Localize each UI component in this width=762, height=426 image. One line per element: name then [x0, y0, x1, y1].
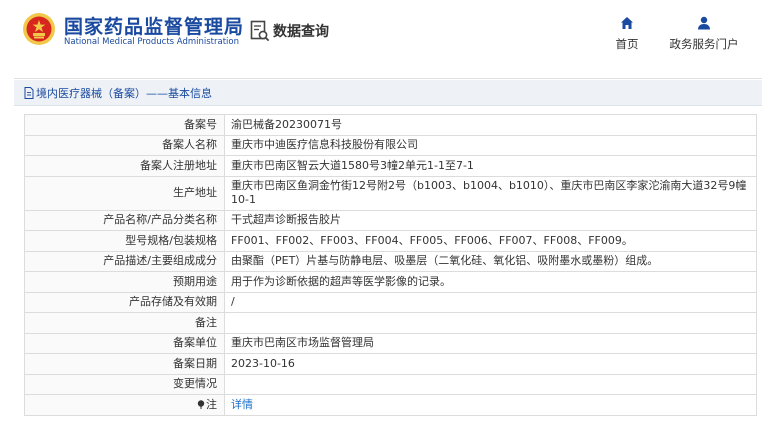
field-value — [224, 312, 757, 334]
data-query-link[interactable]: 数据查询 — [250, 20, 329, 42]
site-title: 国家药品监督管理局 — [64, 16, 245, 38]
table-row: 备案单位 重庆市巴南区市场监督管理局 — [24, 332, 757, 354]
breadcrumb-text: 境内医疗器械（备案）——基本信息 — [36, 86, 212, 100]
table-row: 备案号 渝巴械备20230071号 — [24, 114, 757, 136]
notes-label-cell: 注 — [24, 394, 225, 416]
field-label: 备案单位 — [24, 332, 225, 354]
data-query-label: 数据查询 — [273, 24, 329, 40]
field-label: 型号规格/包装规格 — [24, 230, 225, 252]
table-row: 注 详情 — [24, 394, 757, 416]
field-value: / — [224, 291, 757, 313]
home-icon — [621, 17, 633, 29]
details-link[interactable]: 详情 — [231, 398, 253, 411]
field-value: 干式超声诊断报告胶片 — [224, 209, 757, 231]
breadcrumb: 境内医疗器械（备案）——基本信息 — [14, 80, 762, 106]
document-search-icon — [250, 20, 270, 42]
field-label: 生产地址 — [24, 175, 225, 211]
table-row: 备案日期 2023-10-16 — [24, 353, 757, 375]
field-label: 备案人注册地址 — [24, 155, 225, 177]
pin-icon — [197, 400, 205, 409]
nav-service-portal-label: 政务服务门户 — [669, 37, 739, 51]
field-label: 产品存储及有效期 — [24, 291, 225, 313]
field-value: FF001、FF002、FF003、FF004、FF005、FF006、FF00… — [224, 230, 757, 252]
site-subtitle: National Medical Products Administration — [64, 37, 239, 47]
header-divider — [14, 78, 762, 79]
nav-home-label: 首页 — [615, 37, 639, 51]
table-row: 型号规格/包装规格 FF001、FF002、FF003、FF004、FF005、… — [24, 230, 757, 252]
table-row: 产品描述/主要组成成分 由聚酯（PET）片基与防静电层、吸墨层（二氧化硅、氧化铝… — [24, 250, 757, 272]
notes-value: 详情 — [224, 394, 757, 416]
national-emblem-icon — [23, 13, 55, 45]
field-label: 备案日期 — [24, 353, 225, 375]
detail-table: 备案号 渝巴械备20230071号 备案人名称 重庆市中迪医疗信息科技股份有限公… — [24, 114, 757, 416]
field-value: 由聚酯（PET）片基与防静电层、吸墨层（二氧化硅、氧化铝、吸附墨水或墨粉）组成。 — [224, 250, 757, 272]
notes-label: 注 — [206, 397, 217, 411]
nav-service-portal[interactable]: 政务服务门户 — [662, 16, 746, 52]
field-value: 渝巴械备20230071号 — [224, 114, 757, 136]
field-label: 备案号 — [24, 114, 225, 136]
field-value: 重庆市巴南区鱼洞金竹街12号附2号（b1003、b1004、b1010）、重庆市… — [224, 175, 757, 211]
field-label: 备案人名称 — [24, 134, 225, 156]
document-icon — [24, 86, 34, 99]
user-icon — [698, 16, 710, 30]
field-value: 重庆市中迪医疗信息科技股份有限公司 — [224, 134, 757, 156]
field-value: 重庆市巴南区智云大道1580号3幢2单元1-1至7-1 — [224, 155, 757, 177]
field-label: 预期用途 — [24, 271, 225, 293]
field-value: 2023-10-16 — [224, 353, 757, 375]
table-row: 产品名称/产品分类名称 干式超声诊断报告胶片 — [24, 209, 757, 231]
field-label: 产品名称/产品分类名称 — [24, 209, 225, 231]
table-row: 生产地址 重庆市巴南区鱼洞金竹街12号附2号（b1003、b1004、b1010… — [24, 175, 757, 211]
table-row: 备案人注册地址 重庆市巴南区智云大道1580号3幢2单元1-1至7-1 — [24, 155, 757, 177]
field-value: 重庆市巴南区市场监督管理局 — [224, 332, 757, 354]
field-value — [224, 373, 757, 395]
table-row: 产品存储及有效期 / — [24, 291, 757, 313]
table-row: 变更情况 — [24, 373, 757, 395]
table-row: 备案人名称 重庆市中迪医疗信息科技股份有限公司 — [24, 134, 757, 156]
nav-home[interactable]: 首页 — [612, 16, 642, 52]
site-header: 国家药品监督管理局 National Medical Products Admi… — [0, 0, 762, 66]
field-label: 备注 — [24, 312, 225, 334]
field-label: 产品描述/主要组成成分 — [24, 250, 225, 272]
table-row: 预期用途 用于作为诊断依据的超声等医学影像的记录。 — [24, 271, 757, 293]
field-value: 用于作为诊断依据的超声等医学影像的记录。 — [224, 271, 757, 293]
table-row: 备注 — [24, 312, 757, 334]
field-label: 变更情况 — [24, 373, 225, 395]
